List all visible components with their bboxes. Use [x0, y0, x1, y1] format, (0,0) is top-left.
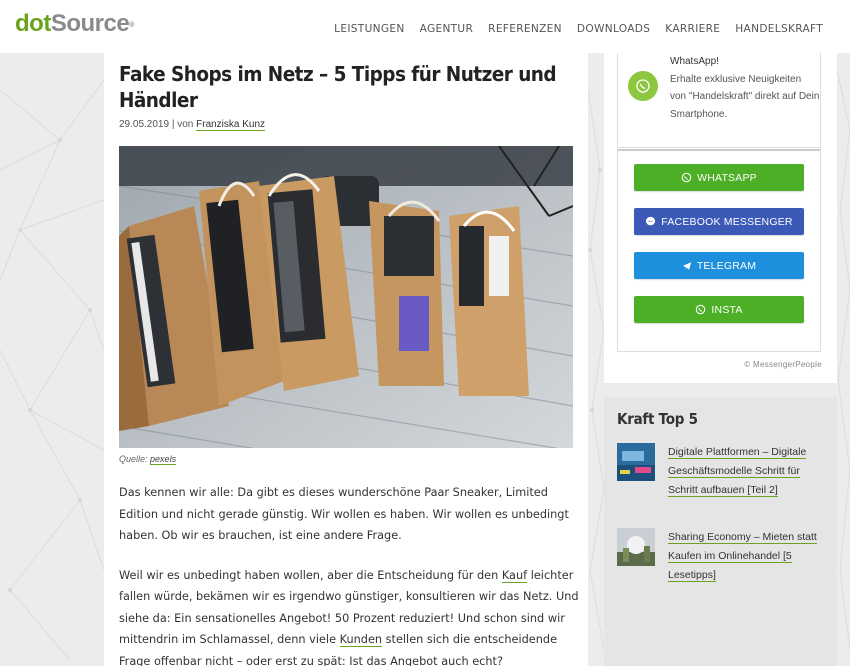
nav-handelskraft[interactable]: HANDELSKRAFT	[735, 23, 823, 35]
messengerpeople-credit[interactable]: © MessengerPeople	[744, 360, 822, 369]
whatsapp-button-label: WHATSAPP	[697, 171, 757, 184]
article-date: 29.05.2019	[119, 119, 170, 130]
whatsapp-info-card: WhatsApp! Erhalte exklusive Neuigkeiten …	[617, 53, 821, 148]
insta-button-label: INSTA	[711, 303, 743, 316]
whatsapp-info-title: WhatsApp!	[670, 56, 719, 67]
facebook-messenger-button[interactable]: FACEBOOK MESSENGER	[634, 208, 804, 235]
logo-registered-mark: ®	[129, 22, 134, 29]
nav-leistungen[interactable]: LEISTUNGEN	[334, 23, 404, 35]
telegram-button[interactable]: TELEGRAM	[634, 252, 804, 279]
article-by: | von	[171, 119, 194, 130]
facebook-messenger-button-label: FACEBOOK MESSENGER	[661, 215, 793, 228]
main-navigation: LEISTUNGEN AGENTUR REFERENZEN DOWNLOADS …	[334, 23, 823, 35]
whatsapp-icon	[695, 304, 706, 315]
kraft-top5-title: Kraft Top 5	[617, 410, 698, 428]
shopping-bags-illustration	[119, 146, 573, 448]
kraft-item-1-title-text[interactable]: Digitale Plattformen – Digitale Geschäft…	[668, 446, 807, 497]
nav-karriere[interactable]: KARRIERE	[665, 23, 720, 35]
logo-text-dot: dot	[15, 10, 51, 37]
whatsapp-info-description: Erhalte exklusive Neuigkeiten von "Hande…	[670, 73, 820, 120]
kraft-item-2-title[interactable]: Sharing Economy – Mieten statt Kaufen im…	[668, 528, 823, 585]
site-header: dotSource® LEISTUNGEN AGENTUR REFERENZEN…	[0, 0, 850, 53]
whatsapp-icon	[681, 172, 692, 183]
image-caption: Quelle: pexels	[119, 454, 573, 465]
kraft-item-2-thumbnail[interactable]	[617, 528, 655, 566]
kraft-item-2-title-text[interactable]: Sharing Economy – Mieten statt Kaufen im…	[668, 531, 817, 582]
article-meta: 29.05.2019 | von Franziska Kunz	[119, 119, 573, 131]
nav-agentur[interactable]: AGENTUR	[420, 23, 474, 35]
article-paragraph-1: Das kennen wir alle: Da gibt es dieses w…	[119, 486, 569, 542]
messenger-widget: WhatsApp! Erhalte exklusive Neuigkeiten …	[604, 53, 837, 383]
article-content: Fake Shops im Netz – 5 Tipps für Nutzer …	[104, 53, 588, 666]
kraft-top5-box: Kraft Top 5 Digitale Plattformen – Digit…	[604, 397, 837, 666]
telegram-icon	[682, 261, 692, 271]
caption-prefix: Quelle:	[119, 454, 148, 464]
caption-source-link[interactable]: pexels	[150, 454, 177, 465]
telegram-button-label: TELEGRAM	[696, 259, 757, 272]
article-paragraph-2: Weil wir es unbedingt haben wollen, aber…	[119, 565, 579, 666]
whatsapp-button[interactable]: WHATSAPP	[634, 164, 804, 191]
hero-image-shopping-bags	[119, 146, 573, 448]
whatsapp-glyph-icon	[636, 79, 650, 93]
article-title: Fake Shops im Netz – 5 Tipps für Nutzer …	[119, 62, 557, 112]
link-kunden[interactable]: Kunden	[339, 633, 383, 647]
whatsapp-logo-icon	[628, 71, 658, 101]
link-kauf[interactable]: Kauf	[501, 568, 528, 583]
dotsource-logo[interactable]: dotSource®	[15, 10, 134, 38]
logo-text-source: Source	[50, 10, 130, 37]
messenger-icon	[645, 216, 656, 227]
whatsapp-info-text: WhatsApp! Erhalte exklusive Neuigkeiten …	[670, 53, 820, 123]
author-link[interactable]: Franziska Kunz	[196, 119, 266, 131]
nav-referenzen[interactable]: REFERENZEN	[488, 23, 562, 35]
messenger-buttons-box: WHATSAPP FACEBOOK MESSENGER TELEGRAM INS…	[617, 149, 821, 352]
kraft-item-1-title[interactable]: Digitale Plattformen – Digitale Geschäft…	[668, 443, 823, 500]
insta-button[interactable]: INSTA	[634, 296, 804, 323]
paragraph-2-text-a: Weil wir es unbedingt haben wollen, aber…	[119, 568, 502, 582]
nav-downloads[interactable]: DOWNLOADS	[577, 23, 650, 35]
kraft-item-1-thumbnail[interactable]	[617, 443, 655, 481]
